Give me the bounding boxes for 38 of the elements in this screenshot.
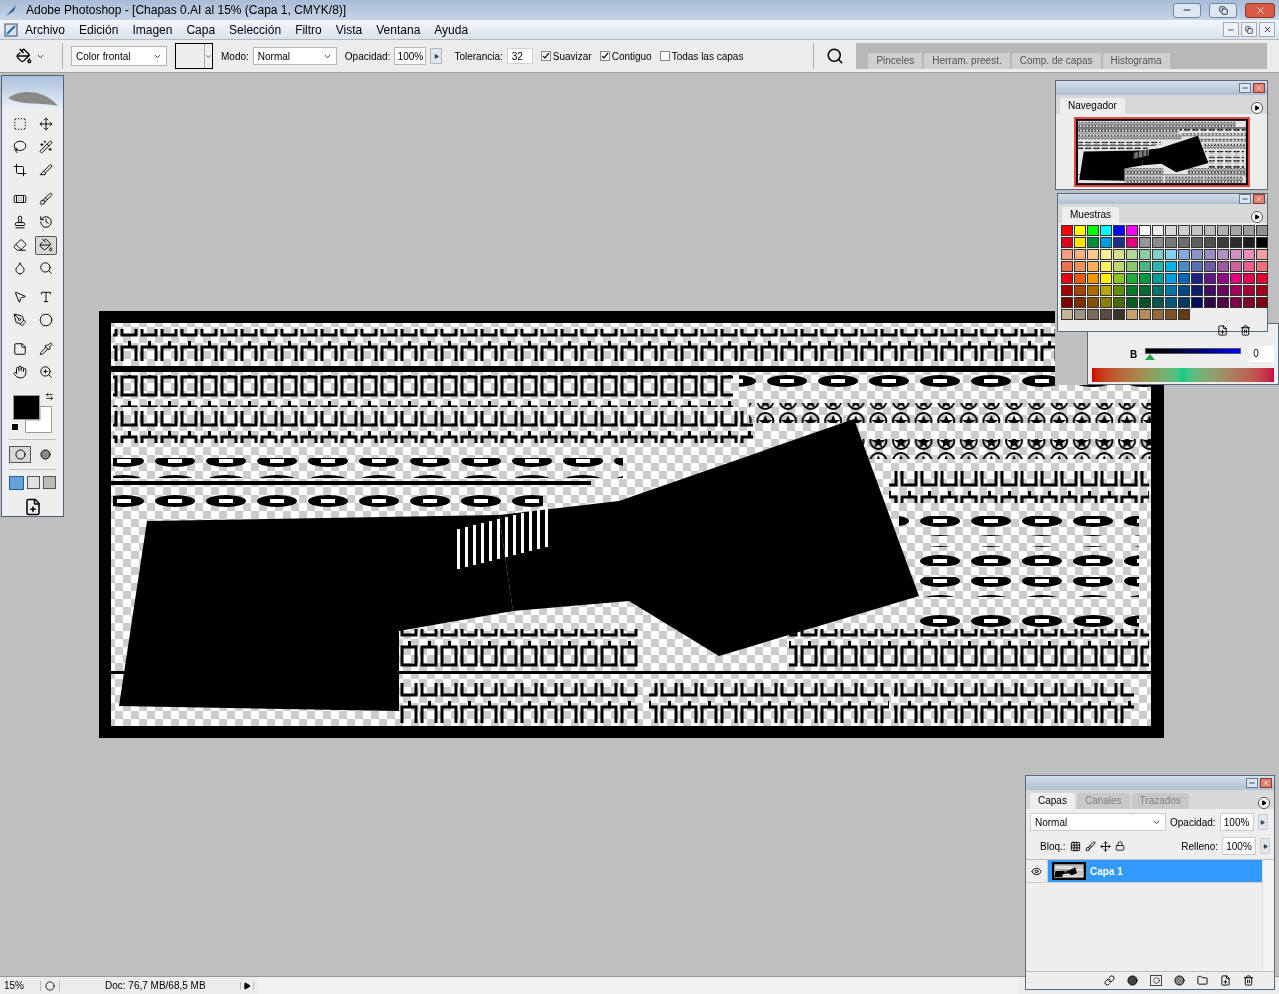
opacity-field[interactable]: 100%: [1219, 813, 1254, 831]
fill-source-dropdown[interactable]: Color frontal: [71, 46, 167, 66]
opacity-label: Opacidad:: [1170, 815, 1216, 830]
mode-label: Modo:: [221, 49, 249, 64]
palette-tab[interactable]: Pinceles: [868, 53, 923, 69]
window-title: Adobe Photoshop - [Chapas 0.AI al 15% (Capa 1, CMYK/8)]: [26, 2, 348, 19]
menu-item[interactable]: Imagen: [125, 20, 180, 39]
menu-item[interactable]: Selección: [222, 20, 289, 39]
fill-field[interactable]: 100%: [1222, 837, 1256, 855]
zoom-field[interactable]: 15%: [0, 978, 40, 993]
menu-item[interactable]: Edición: [72, 20, 126, 39]
menu-item[interactable]: Capa: [179, 20, 223, 39]
fill-label: Relleno:: [1181, 839, 1218, 854]
palette-tab[interactable]: Herram. preest.: [924, 53, 1010, 69]
channel-value[interactable]: 0: [1249, 346, 1274, 362]
lock-label: Bloq.:: [1040, 839, 1066, 854]
panel-tab[interactable]: Navegador: [1060, 98, 1125, 114]
checkbox-label: Suavizar: [552, 49, 592, 64]
channel-label: B: [1130, 347, 1138, 362]
menu-item[interactable]: Archivo: [18, 20, 72, 39]
checkbox-label: Todas las capas: [671, 49, 744, 64]
mode-dropdown[interactable]: Normal: [252, 47, 337, 65]
menu-item[interactable]: Filtro: [288, 20, 329, 39]
opacity-field[interactable]: 100%: [394, 47, 427, 65]
panel-tab[interactable]: Muestras: [1062, 207, 1120, 223]
document-size: Doc: 76,7 MB/68,5 MB: [104, 979, 207, 993]
layer-name: Capa 1: [1090, 864, 1123, 879]
menu-item[interactable]: Ayuda: [427, 20, 476, 39]
tolerance-field[interactable]: 32: [506, 48, 533, 64]
opacity-label: Opacidad:: [344, 49, 391, 64]
tolerance-label: Tolerancia:: [454, 49, 503, 64]
blend-mode-dropdown[interactable]: Normal: [1030, 813, 1166, 831]
checkbox-label: Contiguo: [611, 49, 652, 64]
palette-tab[interactable]: Histograma: [1102, 53, 1170, 69]
menu-item[interactable]: Vista: [328, 20, 370, 39]
palette-tab[interactable]: Comp. de capas: [1011, 53, 1101, 69]
panel-tab[interactable]: Capas: [1030, 793, 1075, 809]
menu-item[interactable]: Ventana: [369, 20, 428, 39]
